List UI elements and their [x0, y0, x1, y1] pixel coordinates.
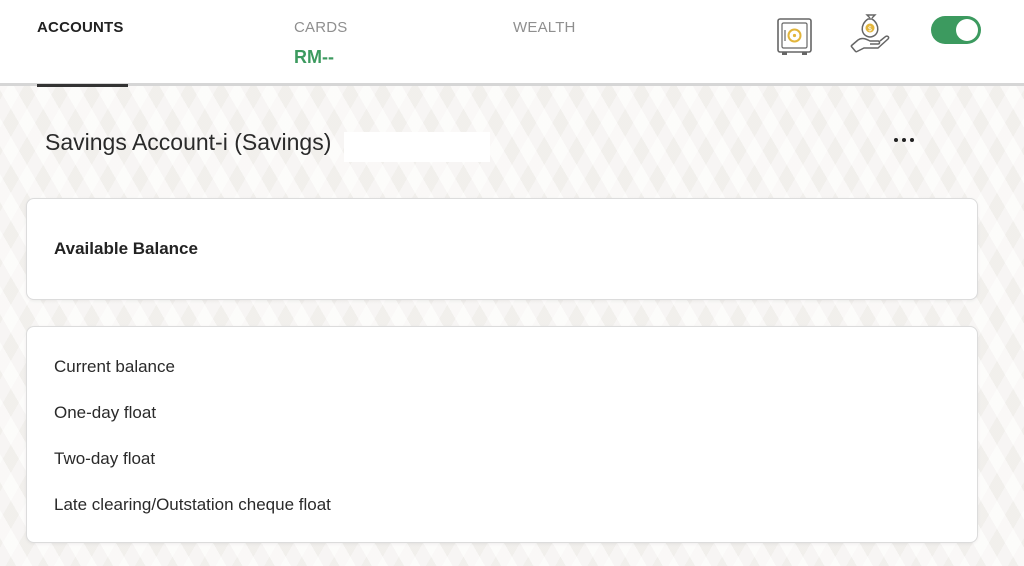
more-options-icon[interactable]	[886, 128, 922, 152]
more-dot	[910, 138, 914, 142]
more-dot	[902, 138, 906, 142]
detail-row-current-balance: Current balance	[54, 357, 175, 376]
svg-text:$: $	[868, 25, 872, 33]
detail-row-two-day-float: Two-day float	[54, 449, 156, 468]
detail-row-late-clearing-float: Late clearing/Outstation cheque float	[54, 495, 331, 514]
cards-balance-value: RM--	[294, 47, 334, 67]
tab-cards[interactable]: CARDS	[294, 19, 348, 36]
tab-accounts[interactable]: ACCOUNTS	[37, 19, 124, 36]
detail-row-one-day-float: One-day float	[54, 403, 157, 422]
account-number-redacted	[344, 132, 490, 162]
tab-wealth[interactable]: WEALTH	[513, 19, 576, 36]
available-balance-label: Available Balance	[54, 239, 198, 258]
account-title: Savings Account-i (Savings)	[45, 129, 332, 155]
balance-details-card: Current balance One-day float Two-day fl…	[26, 326, 978, 543]
active-tab-indicator	[37, 84, 128, 87]
more-dot	[894, 138, 898, 142]
balance-visibility-toggle[interactable]	[931, 16, 981, 44]
top-nav-bar: ACCOUNTS CARDS RM-- WEALTH $	[0, 0, 1024, 87]
toggle-knob	[956, 19, 978, 41]
safe-icon[interactable]	[775, 14, 815, 58]
available-balance-card: Available Balance	[26, 198, 978, 300]
money-bag-hand-icon[interactable]: $	[848, 12, 890, 56]
